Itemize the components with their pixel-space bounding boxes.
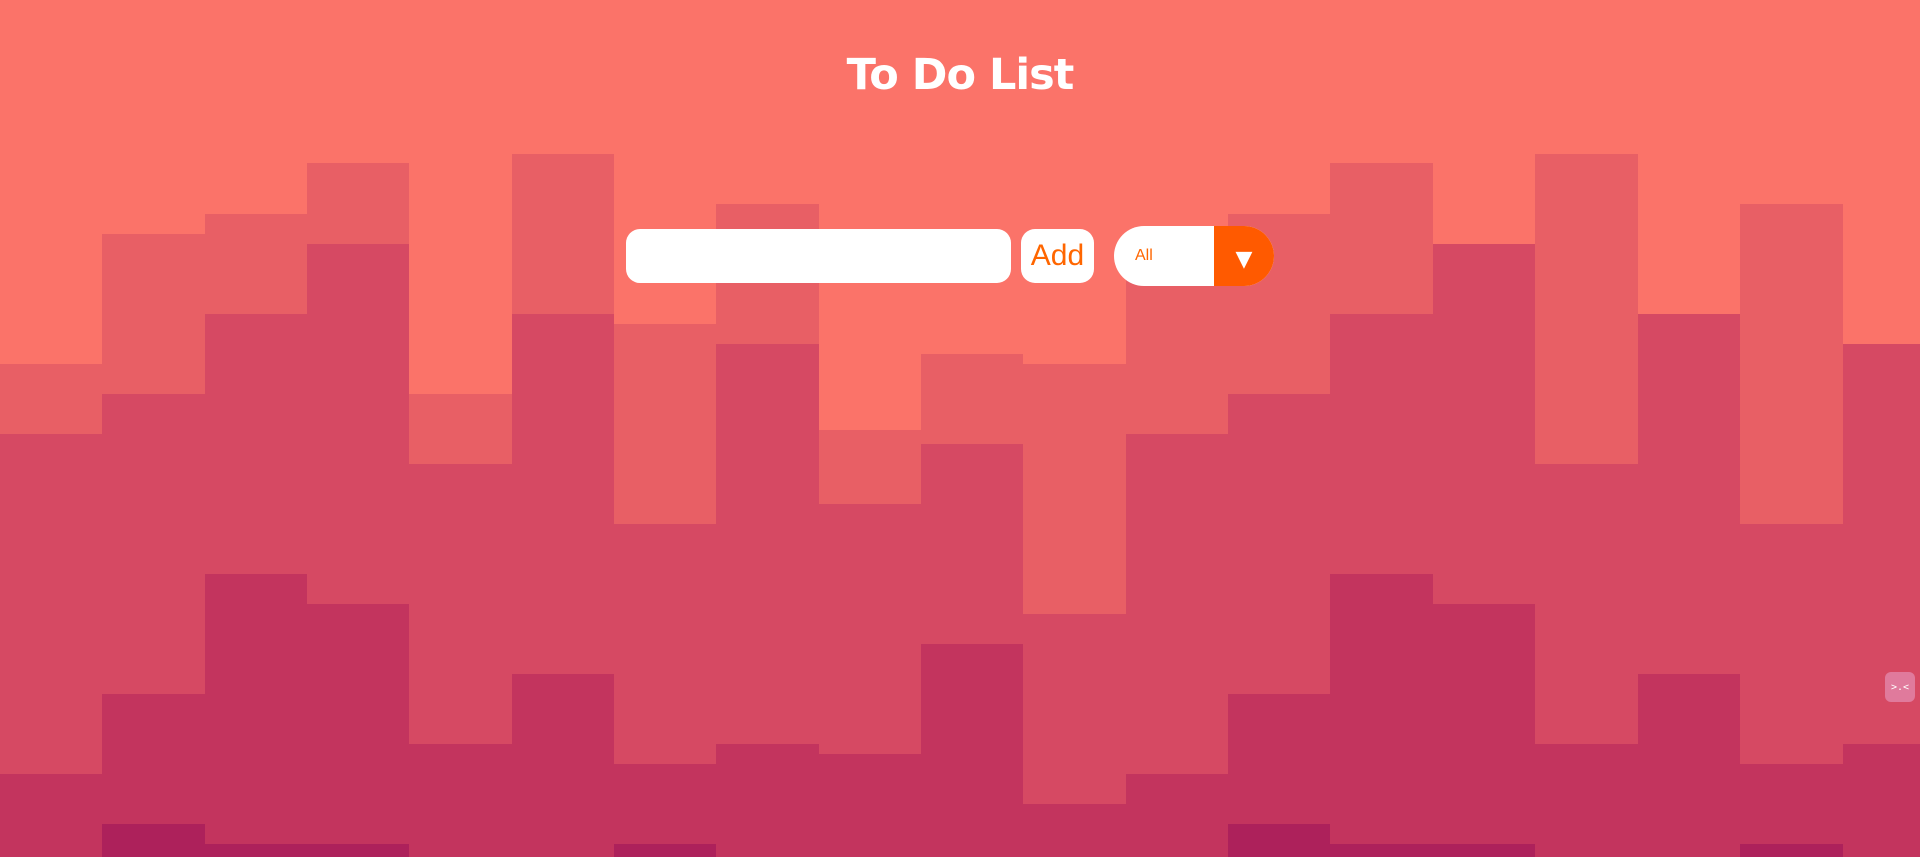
page-title: To Do List [846, 50, 1075, 100]
background-block [614, 844, 716, 857]
background-block [819, 754, 921, 857]
background-block [1330, 574, 1433, 857]
filter-select[interactable]: All ▼ [1114, 226, 1274, 286]
background-block [716, 744, 819, 857]
background-block [614, 764, 716, 857]
background-block [409, 744, 512, 857]
background-block [1330, 844, 1433, 857]
background-block [1740, 764, 1843, 857]
background-block [307, 604, 409, 857]
background-block [1740, 844, 1843, 857]
face-icon[interactable]: >.< [1885, 672, 1915, 702]
todo-input[interactable] [626, 229, 1011, 283]
background-block [1228, 824, 1330, 857]
add-button[interactable]: Add [1021, 229, 1094, 283]
background-block [307, 844, 409, 857]
background-pattern [0, 154, 1920, 857]
chevron-down-icon[interactable]: ▼ [1214, 226, 1274, 286]
background-block [0, 774, 102, 857]
side-widget-glyph: >.< [1890, 681, 1910, 693]
background-block [1638, 674, 1740, 857]
background-block [102, 824, 205, 857]
background-block [1843, 744, 1920, 857]
background-block [205, 574, 307, 857]
background-block [1126, 774, 1228, 857]
background-block [1023, 804, 1126, 857]
filter-selected-value: All [1135, 247, 1153, 264]
background-block [512, 674, 614, 857]
background-block [1535, 744, 1638, 857]
background-block [1433, 844, 1535, 857]
background-block [205, 844, 307, 857]
background-block [1433, 604, 1535, 857]
background-block [921, 644, 1023, 857]
